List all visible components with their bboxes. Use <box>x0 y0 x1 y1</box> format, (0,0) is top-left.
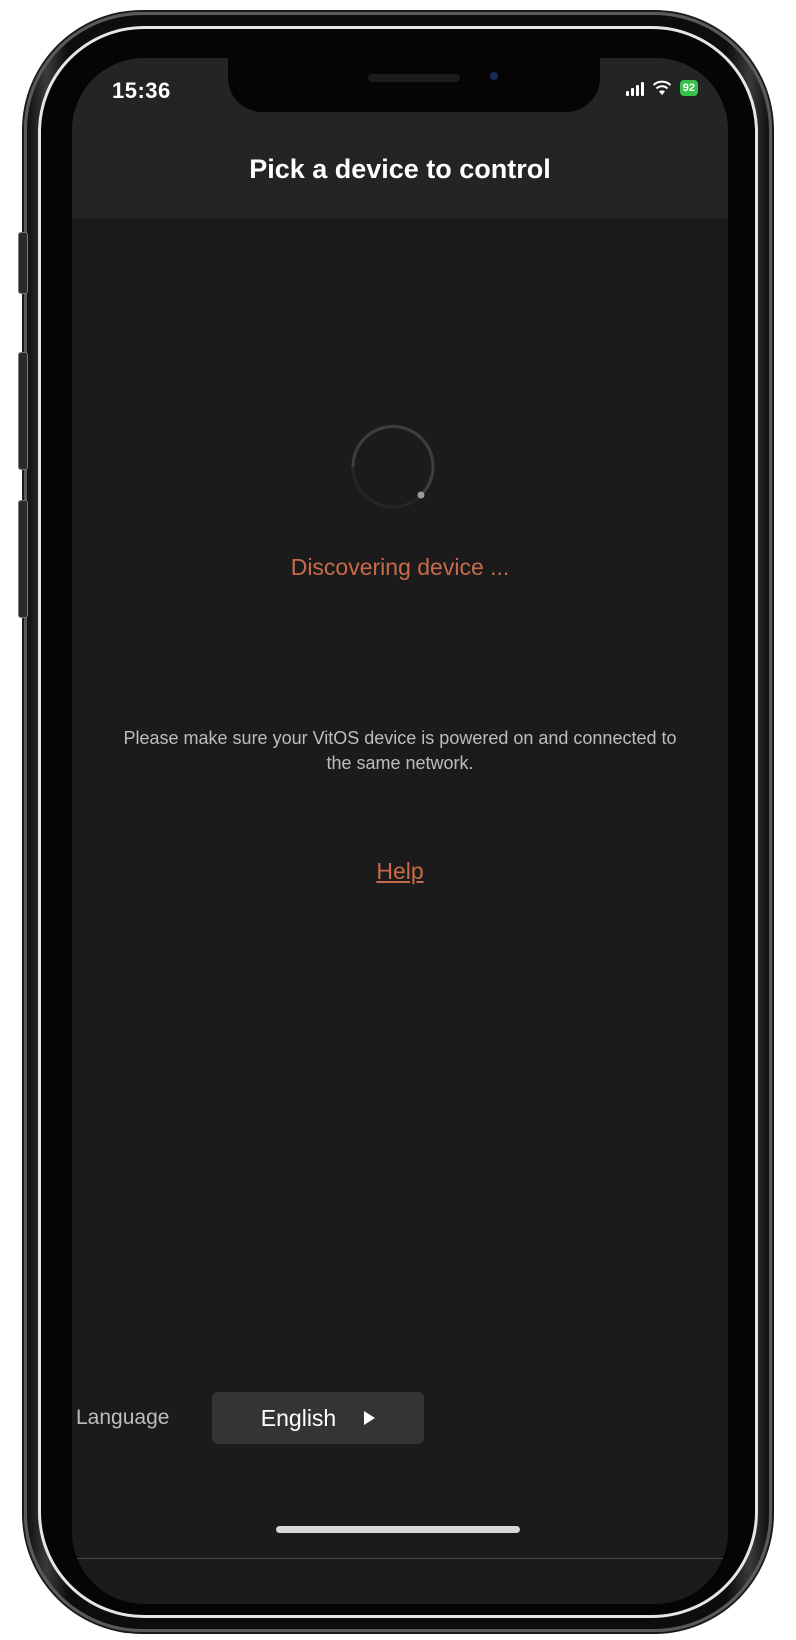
help-link-row: Help <box>72 858 728 885</box>
triangle-right-icon <box>364 1411 376 1425</box>
speaker <box>368 74 460 82</box>
language-select-button[interactable]: English <box>212 1392 424 1444</box>
notch <box>228 58 600 112</box>
wifi-icon <box>652 80 671 95</box>
language-label: Language <box>76 1406 170 1429</box>
battery-icon: 92 <box>679 80 698 96</box>
front-camera <box>490 72 498 80</box>
stage: 15:36 92 Pick a device to control Discov… <box>0 0 796 1640</box>
bottom-divider <box>72 1558 728 1559</box>
language-value: English <box>260 1404 337 1431</box>
discovery-status: Discovering device ... <box>290 554 510 580</box>
mute-switch <box>18 232 28 294</box>
loading-spinner-icon <box>351 424 435 509</box>
volume-up-button <box>18 352 28 470</box>
language-row: Language English <box>72 1392 424 1444</box>
help-link[interactable]: Help <box>376 858 423 884</box>
discovery-info: Please make sure your VitOS device is po… <box>123 728 677 773</box>
signal-icon <box>625 80 644 96</box>
status-time: 15:36 <box>112 78 171 103</box>
volume-down-button <box>18 500 28 618</box>
page-title: Pick a device to control <box>249 154 551 184</box>
app-screen: 15:36 92 Pick a device to control Discov… <box>72 58 728 1604</box>
status-icons: 92 <box>625 80 698 96</box>
home-indicator[interactable] <box>276 1526 520 1533</box>
